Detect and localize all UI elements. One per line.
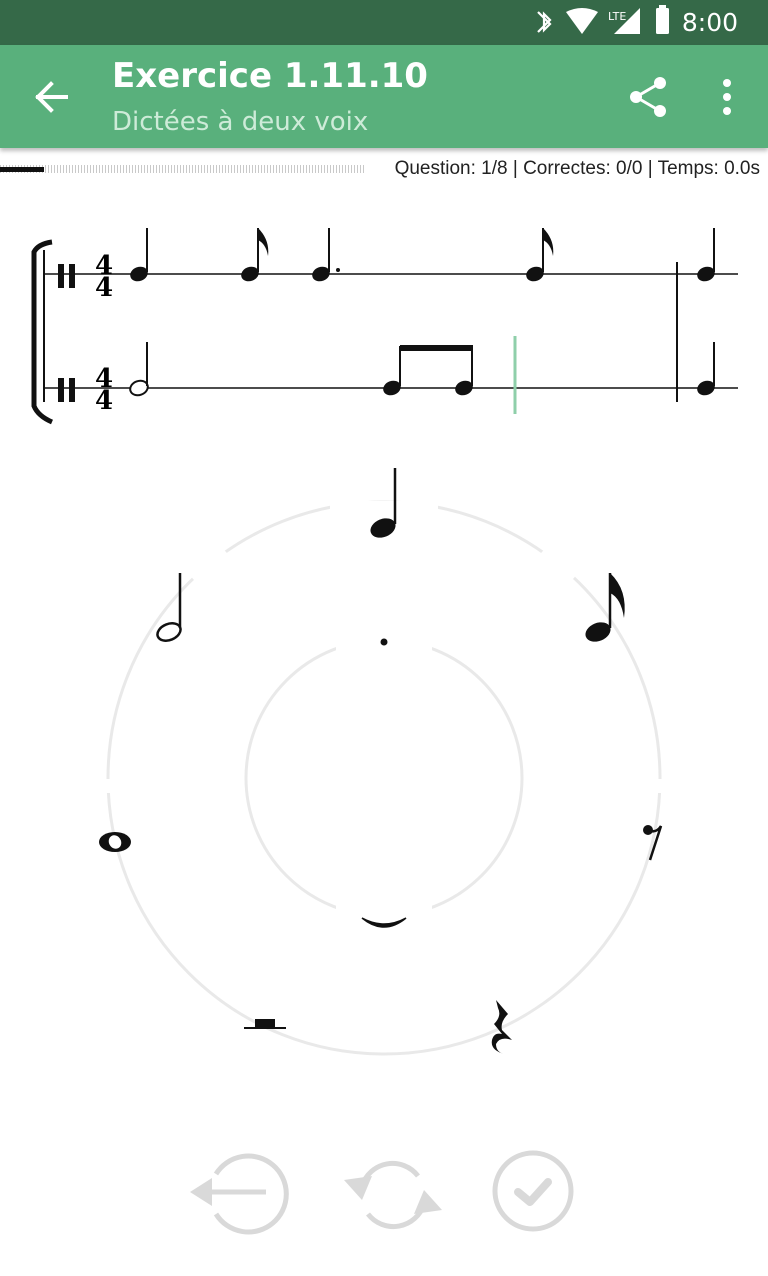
lte-label: LTE: [608, 10, 626, 23]
clock: 8:00: [681, 8, 738, 37]
app-bar: Exercice 1.11.10 Dictées à deux voix: [0, 45, 768, 148]
percussion-clef-lower: [58, 378, 75, 402]
upper-dotted-quarter-note[interactable]: [310, 228, 340, 284]
upper-quarter-note[interactable]: [128, 228, 150, 284]
percussion-clef-upper: [58, 264, 75, 288]
share-icon[interactable]: [626, 75, 670, 119]
inner-ring: [244, 638, 524, 918]
undo-icon: [200, 1153, 289, 1235]
progress-fill: [0, 167, 44, 172]
time-sig-bottom-upper: 4: [95, 273, 113, 303]
pick-tie[interactable]: [361, 917, 407, 928]
lower-quarter-note[interactable]: [695, 342, 717, 398]
check-icon: [514, 1178, 552, 1206]
back-arrow-icon[interactable]: [26, 73, 78, 121]
pick-whole-note[interactable]: [99, 832, 131, 852]
pick-dot[interactable]: [380, 638, 388, 646]
undo-button[interactable]: [186, 1140, 296, 1250]
bottom-controls: [0, 1140, 768, 1250]
pick-half-note[interactable]: [155, 573, 183, 644]
lower-beamed-eighths[interactable]: [381, 345, 475, 398]
wifi-icon: [566, 8, 598, 34]
exercise-progress-bar: [0, 165, 364, 173]
bluetooth-icon: [537, 11, 552, 33]
score-staff[interactable]: 4 4 4 4: [0, 190, 768, 440]
page-subtitle: Dictées à deux voix: [112, 107, 369, 137]
validate-button[interactable]: [478, 1140, 588, 1250]
time-sig-bottom-lower: 4: [95, 386, 113, 416]
note-picker-wheel[interactable]: [0, 440, 768, 1100]
refresh-icon: [344, 1160, 442, 1230]
status-icons: LTE: [537, 5, 669, 34]
exercise-stats: Question: 1/8 | Correctes: 0/0 | Temps: …: [394, 158, 760, 179]
page-title: Exercice 1.11.10: [112, 56, 428, 96]
restart-button[interactable]: [338, 1140, 448, 1250]
outer-ring: [106, 500, 662, 1056]
upper-quarter-note-2[interactable]: [695, 228, 717, 284]
more-vert-icon[interactable]: [716, 75, 738, 119]
status-bar: LTE 8:00: [0, 0, 768, 45]
upper-eighth-note-2[interactable]: [524, 228, 554, 284]
lte-signal-icon: LTE: [608, 8, 640, 34]
upper-eighth-note[interactable]: [239, 228, 269, 284]
lower-half-note[interactable]: [128, 342, 150, 398]
battery-icon: [656, 8, 669, 34]
